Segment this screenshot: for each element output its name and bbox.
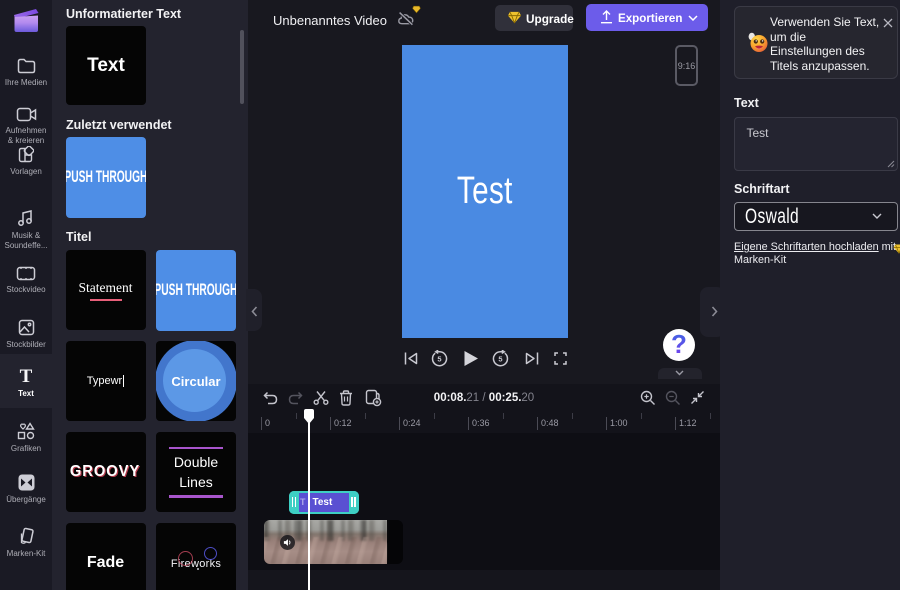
svg-text:?: ?: [671, 332, 687, 358]
svg-text:5: 5: [498, 355, 502, 364]
svg-text:5: 5: [437, 355, 441, 364]
